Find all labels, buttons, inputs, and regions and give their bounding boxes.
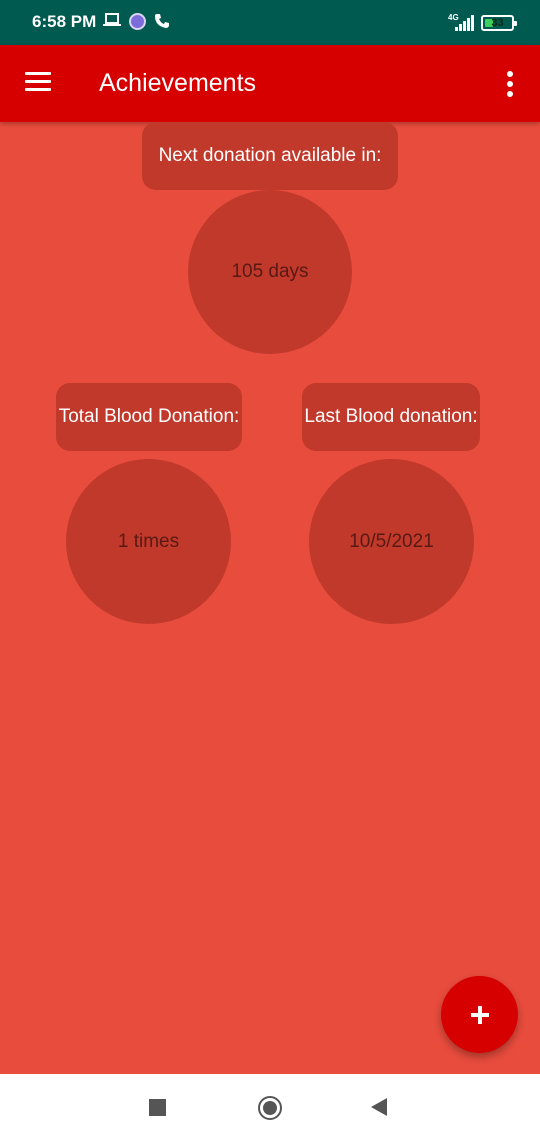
laptop-icon xyxy=(103,13,121,26)
total-donation-value: 1 times xyxy=(66,459,231,624)
battery-level: 33 xyxy=(491,17,504,29)
last-donation-value: 10/5/2021 xyxy=(309,459,474,624)
last-donation-label: Last Blood donation: xyxy=(302,383,480,451)
navigation-bar xyxy=(0,1074,540,1140)
status-time: 6:58 PM xyxy=(32,12,97,31)
signal-icon xyxy=(455,15,474,31)
back-icon[interactable] xyxy=(371,1098,387,1116)
viber-icon xyxy=(129,13,146,30)
next-donation-label: Next donation available in: xyxy=(142,122,398,190)
home-icon[interactable] xyxy=(258,1096,282,1120)
total-donation-label: Total Blood Donation: xyxy=(56,383,242,451)
menu-icon[interactable] xyxy=(25,72,51,92)
phone-icon xyxy=(155,14,169,28)
page-title: Achievements xyxy=(99,69,257,97)
add-button[interactable] xyxy=(441,976,518,1053)
status-bar: 6:58 PM 4G 33 xyxy=(0,0,540,45)
next-donation-value: 105 days xyxy=(188,190,352,354)
recents-icon[interactable] xyxy=(149,1099,166,1116)
more-vert-icon[interactable] xyxy=(500,71,520,97)
battery-icon: 33 xyxy=(481,15,517,31)
battery-tip xyxy=(514,21,517,26)
app-bar: Achievements xyxy=(0,45,540,122)
